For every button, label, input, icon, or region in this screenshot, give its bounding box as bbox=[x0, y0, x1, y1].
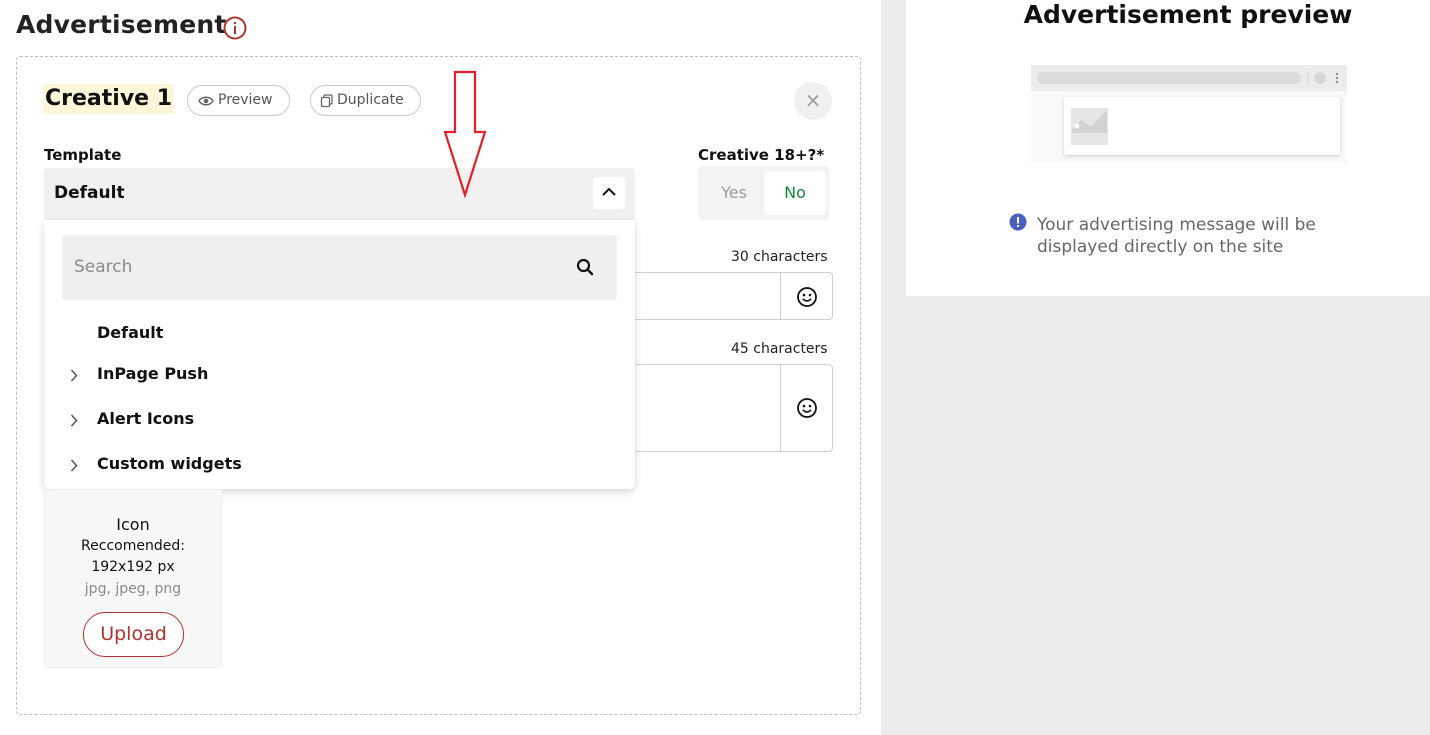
advertisement-preview-panel: Advertisement preview Your advertising m… bbox=[906, 0, 1430, 296]
upload-button[interactable]: Upload bbox=[83, 612, 184, 657]
chevron-right-icon[interactable] bbox=[70, 414, 78, 427]
template-search-input[interactable] bbox=[74, 255, 554, 279]
emoji-icon bbox=[797, 287, 817, 307]
duplicate-button-label: Duplicate bbox=[337, 92, 404, 108]
icon-upload-size: 192x192 px bbox=[91, 559, 175, 575]
template-option-label: Default bbox=[97, 323, 164, 342]
emoji-picker-button[interactable] bbox=[780, 273, 832, 319]
emoji-icon bbox=[797, 398, 817, 418]
template-option-default[interactable]: Default bbox=[44, 316, 635, 352]
chevron-up-icon bbox=[602, 187, 616, 196]
adult-content-label: Creative 18+?* bbox=[698, 146, 825, 164]
close-icon[interactable]: × bbox=[794, 82, 832, 120]
template-dropdown-menu: Default InPage Push Alert Icons Custom w… bbox=[44, 220, 635, 489]
template-option-label: Custom widgets bbox=[97, 454, 242, 473]
description-char-limit: 45 characters bbox=[731, 341, 828, 357]
eye-icon bbox=[198, 96, 214, 106]
icon-upload-card: Icon Reccomended: 192x192 px jpg, jpeg, … bbox=[44, 489, 222, 668]
copy-icon bbox=[320, 94, 333, 108]
template-option-inpage-push[interactable]: InPage Push bbox=[44, 357, 635, 393]
emoji-picker-button[interactable] bbox=[780, 365, 832, 451]
template-select-value: Default bbox=[54, 183, 125, 203]
preview-button[interactable]: Preview bbox=[187, 85, 290, 116]
icon-upload-recommended: Reccomended: bbox=[81, 538, 185, 554]
template-option-custom-widgets[interactable]: Custom widgets bbox=[44, 447, 635, 483]
preview-notice-text: Your advertising message will be display… bbox=[1037, 215, 1316, 257]
preview-button-label: Preview bbox=[218, 92, 273, 108]
chevron-right-icon[interactable] bbox=[70, 369, 78, 382]
info-notice-icon bbox=[1009, 213, 1027, 231]
app-root: Advertisement Creative 1 Preview Duplica… bbox=[0, 0, 1430, 735]
icon-upload-title: Icon bbox=[116, 515, 150, 534]
chevron-right-icon[interactable] bbox=[70, 459, 78, 472]
browser-preview-mock bbox=[1031, 65, 1347, 163]
template-label: Template bbox=[44, 146, 122, 164]
down-arrow-annotation bbox=[444, 70, 487, 198]
template-select[interactable]: Default bbox=[44, 168, 635, 220]
template-option-label: InPage Push bbox=[97, 364, 209, 383]
duplicate-button[interactable]: Duplicate bbox=[310, 85, 421, 116]
template-search-box bbox=[62, 235, 617, 300]
preview-title: Advertisement preview bbox=[1023, 0, 1353, 29]
page-title: Advertisement bbox=[16, 10, 227, 39]
icon-upload-types: jpg, jpeg, png bbox=[84, 581, 182, 597]
info-circle-icon[interactable] bbox=[223, 16, 247, 40]
title-char-limit: 30 characters bbox=[731, 249, 828, 265]
template-option-label: Alert Icons bbox=[97, 409, 195, 428]
adult-yes-option[interactable]: Yes bbox=[706, 172, 762, 214]
creative-title: Creative 1 bbox=[43, 84, 175, 114]
template-select-toggle[interactable] bbox=[593, 177, 625, 209]
adult-content-toggle: Yes No bbox=[698, 166, 829, 220]
adult-no-option[interactable]: No bbox=[764, 171, 826, 215]
search-icon[interactable] bbox=[576, 258, 594, 276]
template-option-alert-icons[interactable]: Alert Icons bbox=[44, 402, 635, 438]
